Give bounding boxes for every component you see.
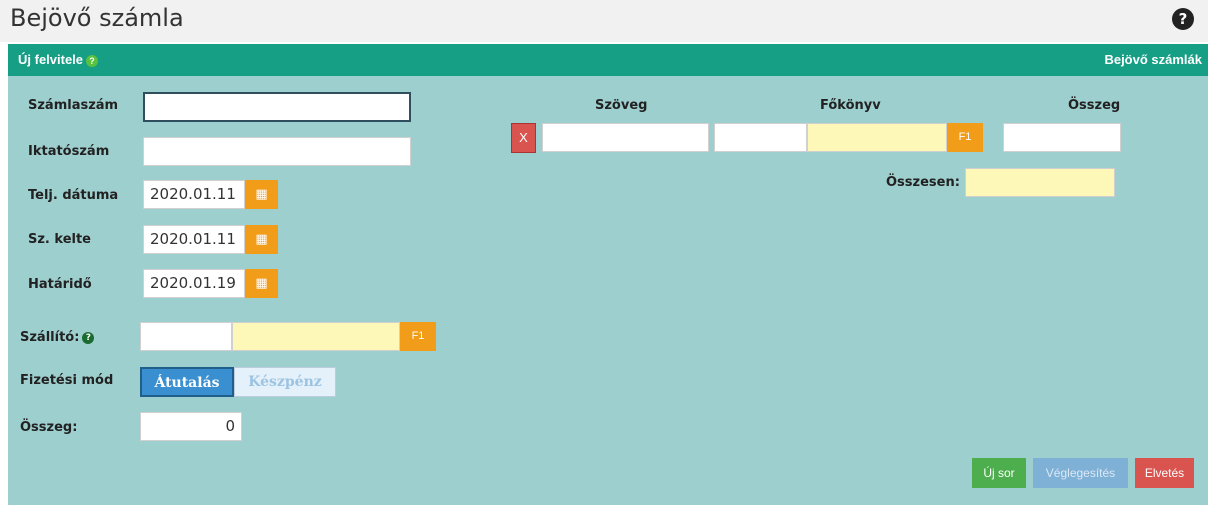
telj-datuma-input[interactable]: 2020.01.11 — [143, 180, 245, 209]
new-entry-heading: Új felvitele? — [18, 52, 99, 67]
calendar-icon[interactable]: ▦ — [245, 269, 278, 298]
line-osszeg-input[interactable] — [1003, 123, 1121, 152]
col-osszeg-header: Összeg — [1068, 98, 1121, 113]
szallito-name-input[interactable] — [232, 322, 400, 351]
line-fokonyv-name-input[interactable] — [807, 123, 947, 152]
new-row-button[interactable]: Új sor — [972, 458, 1026, 488]
osszesen-value — [965, 168, 1115, 197]
line-fokonyv-code-input[interactable] — [714, 123, 807, 152]
iktatoszam-input[interactable] — [143, 137, 411, 166]
szallito-heading: Szállító:? — [20, 330, 95, 345]
calendar-icon[interactable]: ▦ — [245, 225, 278, 254]
col-fokonyv-header: Főkönyv — [820, 98, 881, 113]
help-icon[interactable]: ? — [1172, 8, 1194, 30]
col-szoveg-header: Szöveg — [595, 98, 648, 113]
incoming-invoices-link[interactable]: Bejövő számlák — [1104, 52, 1202, 67]
title-bar: Bejövő számla ? — [0, 0, 1208, 42]
line-fokonyv-f1-button[interactable]: F1 — [947, 123, 983, 152]
szamlaszam-label: Számlaszám — [28, 98, 119, 113]
calendar-icon[interactable]: ▦ — [245, 180, 278, 209]
hatarido-input[interactable]: 2020.01.19 — [143, 269, 245, 298]
payment-cash-option[interactable]: Készpénz — [234, 367, 336, 397]
panel-header: Új felvitele? Bejövő számlák — [8, 44, 1208, 76]
osszeg-input[interactable]: 0 — [140, 412, 242, 441]
szallito-f1-button[interactable]: F1 — [400, 322, 436, 351]
question-icon[interactable]: ? — [82, 331, 95, 344]
szallito-code-input[interactable] — [140, 322, 232, 351]
hatarido-label: Határidő — [28, 277, 92, 292]
iktatoszam-label: Iktatószám — [28, 144, 110, 159]
question-icon[interactable]: ? — [86, 54, 99, 67]
osszesen-label: Összesen: — [886, 175, 960, 190]
page-title: Bejövő számla — [10, 4, 184, 32]
delete-row-button[interactable]: X — [511, 123, 536, 153]
sz-kelte-label: Sz. kelte — [28, 232, 91, 247]
line-szoveg-input[interactable] — [542, 123, 709, 152]
payment-transfer-option[interactable]: Átutalás — [140, 367, 234, 397]
sz-kelte-input[interactable]: 2020.01.11 — [143, 225, 245, 254]
szamlaszam-input[interactable] — [143, 92, 411, 122]
discard-button[interactable]: Elvetés — [1135, 458, 1194, 488]
osszeg-label: Összeg: — [20, 420, 78, 435]
telj-datuma-label: Telj. dátuma — [28, 188, 119, 203]
fizetesi-mod-label: Fizetési mód — [20, 373, 114, 388]
invoice-panel: Új felvitele? Bejövő számlák Számlaszám … — [8, 44, 1208, 505]
finalize-button[interactable]: Véglegesítés — [1033, 458, 1128, 488]
new-entry-label: Új felvitele — [18, 52, 84, 67]
szallito-label: Szállító: — [20, 330, 80, 345]
